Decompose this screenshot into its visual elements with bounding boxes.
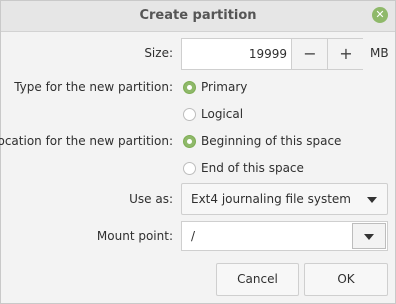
close-icon[interactable]: ✕ (372, 7, 388, 23)
title-bar: Create partition ✕ (1, 1, 395, 32)
use-as-label: Use as: (129, 192, 173, 206)
mount-point-combobox[interactable]: / (181, 221, 388, 251)
create-partition-dialog: Create partition ✕ Size: 19999 − + MB Ty… (0, 0, 396, 304)
filesystem-value[interactable]: Ext4 journaling file system (191, 192, 351, 206)
radio-beginning-label[interactable]: Beginning of this space (201, 134, 341, 148)
size-unit: MB (370, 46, 389, 60)
mount-point-input[interactable]: / (191, 229, 195, 243)
chevron-down-icon[interactable] (364, 234, 374, 240)
radio-unchecked-icon[interactable] (183, 162, 196, 175)
decrement-button[interactable]: − (291, 39, 328, 69)
location-label: Location for the new partition: (0, 134, 173, 148)
radio-checked-icon[interactable] (183, 135, 196, 148)
size-value[interactable]: 19999 (249, 47, 287, 61)
chevron-down-icon[interactable] (367, 197, 377, 203)
radio-logical-label[interactable]: Logical (201, 107, 243, 121)
radio-unchecked-icon[interactable] (183, 108, 196, 121)
radio-end-label[interactable]: End of this space (201, 161, 304, 175)
mount-point-dropdown-button[interactable] (352, 223, 386, 249)
radio-primary-label[interactable]: Primary (201, 80, 247, 94)
dialog-title: Create partition (139, 8, 257, 23)
increment-button[interactable]: + (327, 39, 364, 69)
size-spinbutton[interactable]: 19999 − + (181, 38, 364, 70)
mount-point-label: Mount point: (96, 229, 173, 243)
type-label: Type for the new partition: (14, 80, 173, 94)
cancel-button[interactable]: Cancel (216, 263, 299, 296)
ok-button[interactable]: OK (304, 263, 388, 296)
radio-checked-icon[interactable] (183, 81, 196, 94)
size-label: Size: (144, 46, 173, 60)
filesystem-combobox[interactable]: Ext4 journaling file system (181, 183, 388, 215)
